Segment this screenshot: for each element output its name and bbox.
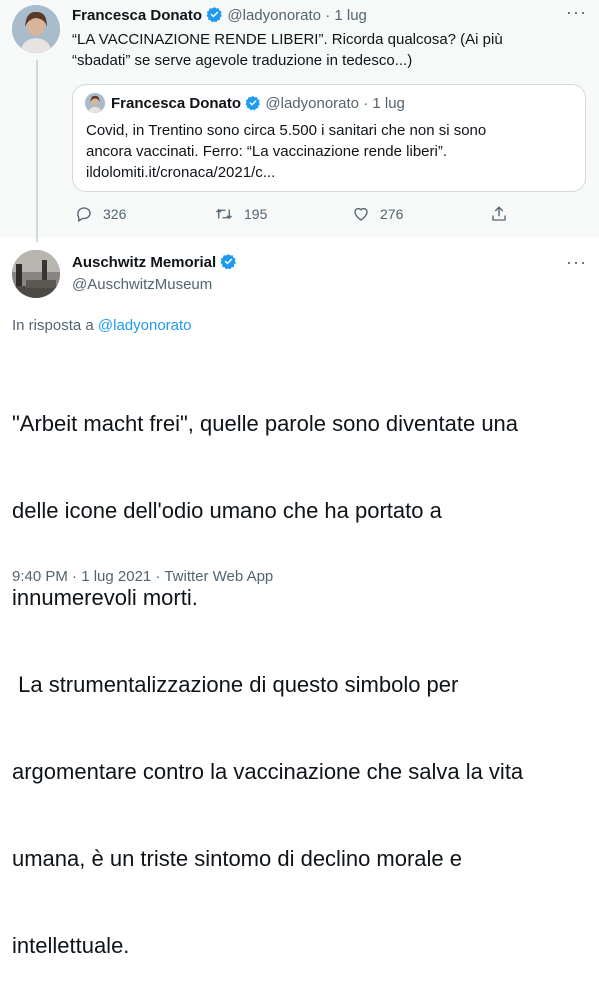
author-avatar[interactable]	[12, 5, 60, 53]
author-name[interactable]: Auschwitz Memorial	[72, 254, 216, 271]
reply-button[interactable]: 326	[75, 205, 126, 223]
tweet-text-line: delle icone dell'odio umano che ha porta…	[12, 498, 442, 523]
author-name[interactable]: Francesca Donato	[72, 7, 202, 24]
quoted-tweet-text: Covid, in Trentino sono circa 5.500 i sa…	[86, 120, 486, 183]
parent-tweet-header: Francesca Donato @ladyonorato · 1 lug	[72, 6, 367, 27]
separator-dot: ·	[325, 7, 331, 24]
reply-to-prefix: In risposta a	[12, 317, 94, 334]
quoted-text-line: ancora vaccinati. Ferro: “La vaccinazion…	[86, 143, 448, 160]
tweet-text-line: “LA VACCINAZIONE RENDE LIBERI”. Ricorda …	[72, 31, 503, 48]
share-button[interactable]	[490, 205, 518, 223]
retweet-icon	[216, 208, 232, 220]
reply-context: In risposta a @ladyonorato	[12, 317, 192, 334]
heart-icon	[354, 207, 368, 221]
quoted-author-name: Francesca Donato	[111, 95, 242, 112]
quoted-author-avatar	[85, 93, 105, 113]
tweet-text-line: intellettuale.	[12, 933, 130, 958]
like-count: 276	[380, 206, 404, 222]
separator-dot: ·	[363, 95, 369, 112]
verified-badge-icon	[206, 6, 223, 27]
tweet-text-line: “sbadati” se serve agevole traduzione in…	[72, 52, 413, 69]
more-options-icon[interactable]: ···	[566, 2, 587, 23]
tweet-text-line: innumerevoli morti.	[12, 585, 198, 610]
share-icon	[492, 206, 506, 221]
tweet-text-line: "Arbeit macht frei", quelle parole sono …	[12, 411, 519, 436]
tweet-text-line: La strumentalizzazione di questo simbolo…	[12, 672, 459, 697]
quoted-text-line: Covid, in Trentino sono circa 5.500 i sa…	[86, 122, 487, 139]
author-avatar[interactable]	[12, 250, 60, 298]
author-handle[interactable]: @AuschwitzMuseum	[72, 276, 212, 293]
more-options-icon[interactable]: ···	[566, 252, 587, 273]
like-button[interactable]: 276	[352, 205, 403, 223]
tweet-timestamp[interactable]: 9:40 PM · 1 lug 2021 · Twitter Web App	[12, 568, 273, 585]
reply-icon	[77, 207, 91, 222]
reply-to-handle-link[interactable]: @ladyonorato	[98, 317, 192, 334]
verified-badge-icon	[245, 95, 261, 115]
author-handle[interactable]: @ladyonorato	[227, 7, 321, 24]
reply-tweet-text: "Arbeit macht frei", quelle parole sono …	[12, 351, 523, 989]
quoted-tweet-date: 1 lug	[372, 95, 405, 112]
tweet-text-line: argomentare contro la vaccinazione che s…	[12, 759, 524, 784]
tweet-date[interactable]: 1 lug	[334, 7, 367, 24]
tweet-text-line: umana, è un triste sintomo di declino mo…	[12, 846, 463, 871]
retweet-count: 195	[244, 206, 268, 222]
reply-count: 326	[103, 206, 127, 222]
quoted-link-text[interactable]: ildolomiti.it/cronaca/2021/c...	[86, 162, 486, 183]
verified-badge-icon	[220, 253, 237, 274]
parent-tweet-text: “LA VACCINAZIONE RENDE LIBERI”. Ricorda …	[72, 29, 503, 71]
quoted-author-handle: @ladyonorato	[265, 95, 360, 112]
reply-tweet-author[interactable]: Auschwitz Memorial	[72, 253, 237, 274]
thread-connector-line	[36, 60, 38, 242]
retweet-button[interactable]: 195	[214, 205, 267, 223]
quoted-tweet-header: Francesca Donato @ladyonorato · 1 lug	[111, 95, 405, 115]
